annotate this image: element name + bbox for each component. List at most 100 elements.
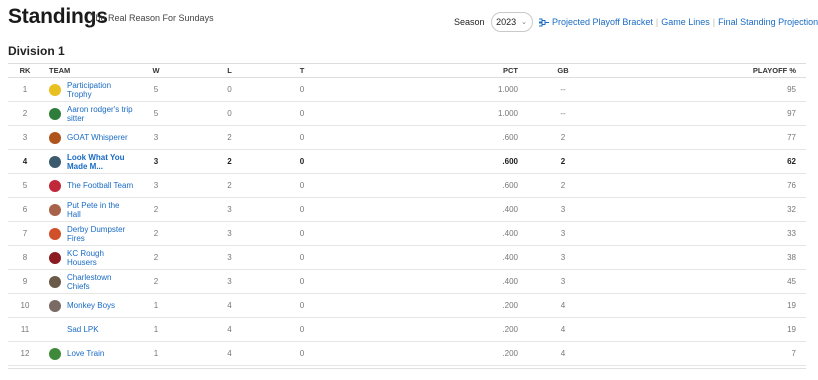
season-label: Season (454, 17, 485, 27)
header-pct[interactable]: PCT (323, 63, 522, 78)
team-link[interactable]: Derby Dumpster Fires (49, 225, 134, 243)
header-t[interactable]: T (281, 63, 323, 78)
team-cell: Love Train (42, 341, 134, 366)
rank-cell: 12 (8, 341, 42, 366)
ties-cell: 0 (281, 197, 323, 222)
table-row: 4 Look What You Made M... 3 2 0.600 2 62 (8, 149, 806, 174)
wins-cell: 5 (134, 77, 178, 102)
games-behind-cell: -- (522, 101, 604, 126)
rank-cell: 4 (8, 149, 42, 174)
header-playoff[interactable]: PLAYOFF % (604, 63, 806, 78)
team-link[interactable]: Look What You Made M... (49, 153, 134, 171)
playoff-pct-cell: 7 (604, 341, 806, 366)
rank-cell: 6 (8, 197, 42, 222)
rank-cell: 8 (8, 245, 42, 270)
team-logo-icon (49, 275, 61, 288)
losses-cell: 2 (178, 125, 281, 150)
team-link[interactable]: The Football Team (49, 179, 134, 192)
team-link[interactable]: Love Train (49, 347, 134, 360)
ties-cell: 0 (281, 317, 323, 342)
team-logo-icon (49, 251, 61, 264)
team-name: Aaron rodger's trip sitter (67, 104, 133, 123)
team-name: Derby Dumpster Fires (67, 224, 126, 243)
wins-cell: 3 (134, 173, 178, 198)
header-links: Projected Playoff Bracket | Game Lines |… (539, 17, 818, 27)
header-rk[interactable]: RK (8, 63, 42, 78)
team-link[interactable]: KC Rough Housers (49, 249, 134, 267)
team-link[interactable]: Participation Trophy (49, 81, 134, 99)
header-w[interactable]: W (134, 63, 178, 78)
playoff-pct-cell: 38 (604, 245, 806, 270)
season-value: 2023 (496, 17, 517, 27)
playoff-pct-cell: 97 (604, 101, 806, 126)
playoff-pct-cell: 76 (604, 173, 806, 198)
losses-cell: 4 (178, 317, 281, 342)
standings-table: RK TEAM W L T PCT GB PLAYOFF % 1 Particip… (8, 63, 806, 366)
header-l[interactable]: L (178, 63, 281, 78)
pct-cell: 1.000 (323, 77, 522, 102)
pct-cell: .600 (323, 173, 522, 198)
losses-cell: 4 (178, 341, 281, 366)
team-logo-icon (49, 299, 61, 312)
division-title: Division 1 (8, 44, 65, 58)
team-name: The Football Team (67, 181, 134, 190)
losses-cell: 4 (178, 293, 281, 318)
games-behind-cell: 3 (522, 245, 604, 270)
playoff-pct-cell: 77 (604, 125, 806, 150)
wins-cell: 1 (134, 341, 178, 366)
table-row: 8 KC Rough Housers 2 3 0.400 3 38 (8, 245, 806, 270)
rank-cell: 1 (8, 77, 42, 102)
team-cell: Monkey Boys (42, 293, 134, 318)
playoff-pct-cell: 95 (604, 77, 806, 102)
header-team[interactable]: TEAM (42, 63, 134, 78)
team-logo-icon (49, 131, 61, 144)
pct-cell: .400 (323, 221, 522, 246)
losses-cell: 3 (178, 221, 281, 246)
wins-cell: 2 (134, 197, 178, 222)
final-standing-projections-link[interactable]: Final Standing Projections (718, 17, 818, 27)
team-name: Look What You Made M... (67, 152, 125, 171)
losses-cell: 2 (178, 149, 281, 174)
header-gb[interactable]: GB (522, 63, 604, 78)
table-row: 9 Charlestown Chiefs 2 3 0.400 3 45 (8, 269, 806, 294)
team-cell: Sad LPK (42, 317, 134, 342)
game-lines-link[interactable]: Game Lines (661, 17, 710, 27)
table-row: 10 Monkey Boys 1 4 0.200 4 19 (8, 293, 806, 318)
games-behind-cell: -- (522, 77, 604, 102)
projected-playoff-bracket-link[interactable]: Projected Playoff Bracket (552, 17, 653, 27)
rank-cell: 11 (8, 317, 42, 342)
team-logo-icon (49, 107, 61, 120)
wins-cell: 2 (134, 269, 178, 294)
rank-cell: 10 (8, 293, 42, 318)
team-link[interactable]: Sad LPK (49, 324, 134, 336)
team-link[interactable]: GOAT Whisperer (49, 131, 134, 144)
team-link[interactable]: Charlestown Chiefs (49, 273, 134, 291)
team-link[interactable]: Put Pete in the Hall (49, 201, 134, 219)
team-cell: KC Rough Housers (42, 245, 134, 270)
table-row: 2 Aaron rodger's trip sitter 5 0 0 1.000 -- 97 (8, 101, 806, 126)
wins-cell: 3 (134, 149, 178, 174)
losses-cell: 3 (178, 245, 281, 270)
wins-cell: 1 (134, 317, 178, 342)
ties-cell: 0 (281, 269, 323, 294)
table-row: 7 Derby Dumpster Fires 2 3 0.400 3 33 (8, 221, 806, 246)
rank-cell: 9 (8, 269, 42, 294)
losses-cell: 0 (178, 101, 281, 126)
pct-cell: 1.000 (323, 101, 522, 126)
team-link[interactable]: Monkey Boys (49, 299, 134, 312)
team-logo-icon (49, 155, 61, 168)
team-cell: Charlestown Chiefs (42, 269, 134, 294)
pct-cell: .200 (323, 293, 522, 318)
team-name: Monkey Boys (67, 301, 116, 310)
page-header: Standings The Real Reason For Sundays Se… (8, 4, 818, 38)
team-name: Participation Trophy (67, 80, 112, 99)
ties-cell: 0 (281, 173, 323, 198)
ties-cell: 0 (281, 341, 323, 366)
team-cell: Look What You Made M... (42, 149, 134, 174)
games-behind-cell: 4 (522, 317, 604, 342)
table-row: 1 Participation Trophy 5 0 0 1.000 -- 95 (8, 77, 806, 102)
team-link[interactable]: Aaron rodger's trip sitter (49, 105, 134, 123)
pct-cell: .600 (323, 149, 522, 174)
season-dropdown[interactable]: 2023 ⌄ (490, 12, 533, 32)
team-logo-icon (49, 179, 61, 192)
